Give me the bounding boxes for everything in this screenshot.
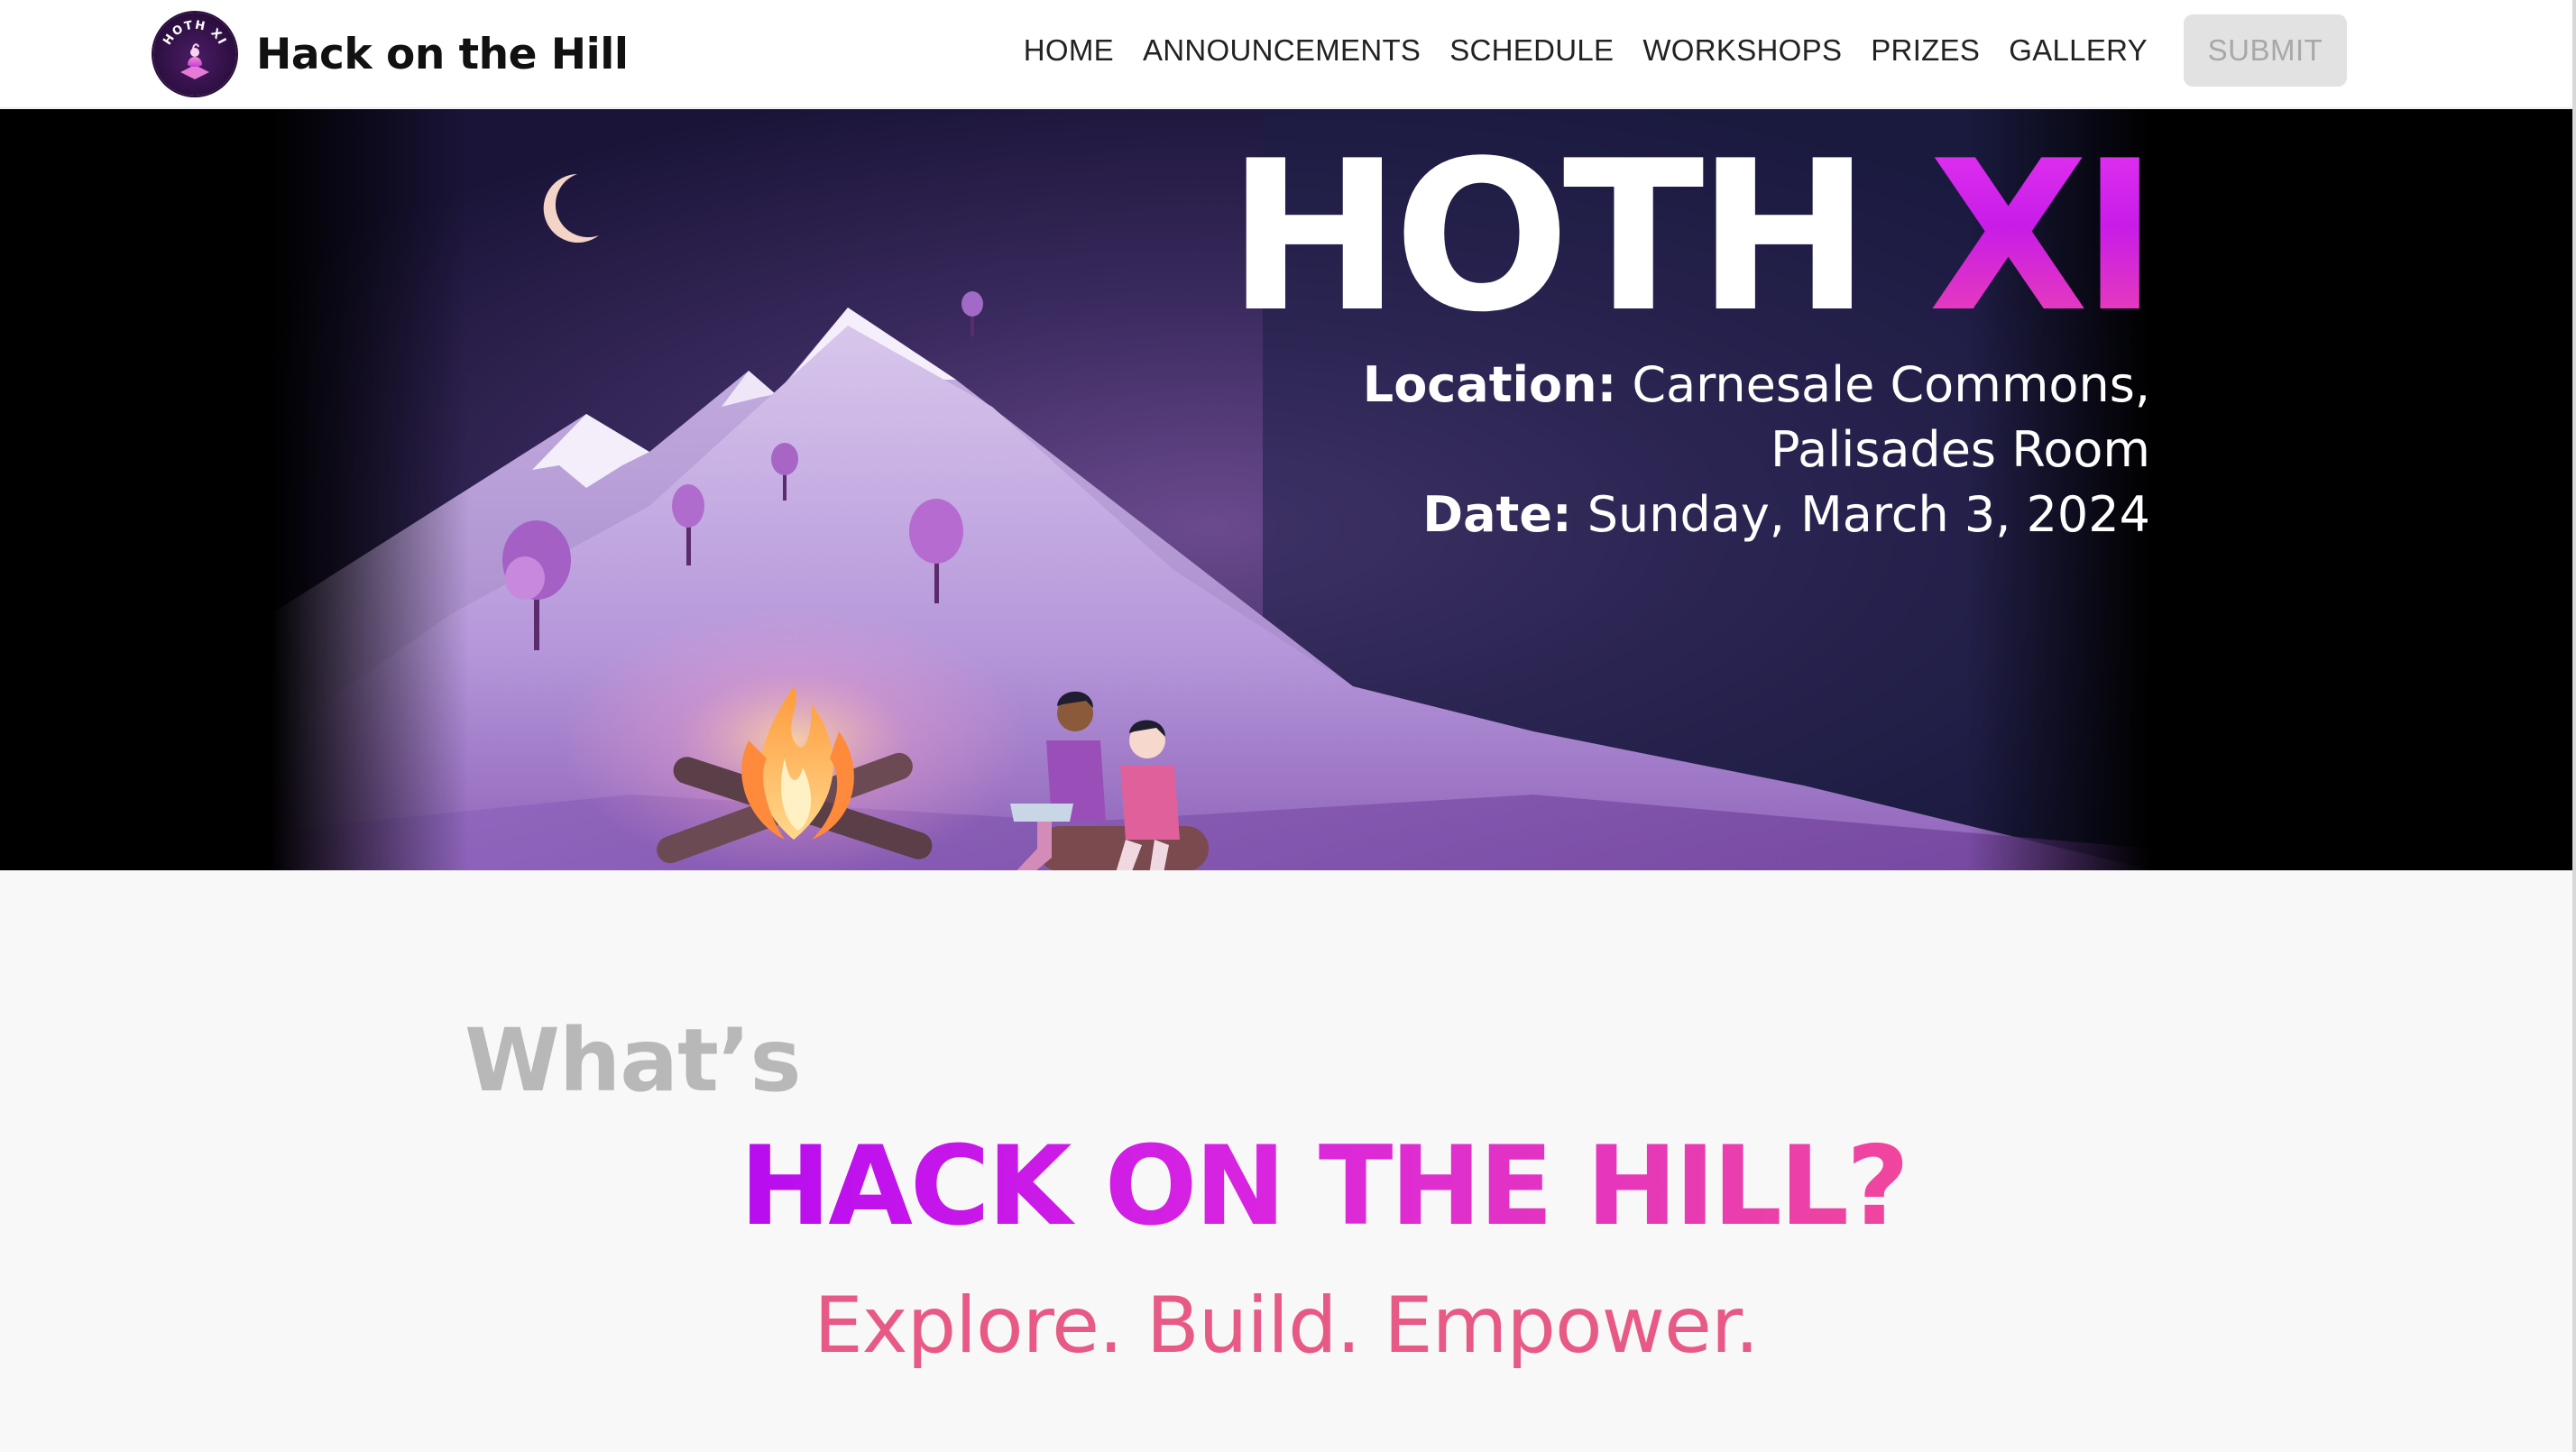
hero-title-main: HOTH xyxy=(1227,117,1929,358)
nav-announcements[interactable]: ANNOUNCEMENTS xyxy=(1143,33,1421,68)
nav-gallery[interactable]: GALLERY xyxy=(2009,33,2148,68)
hero-title: HOTH XI xyxy=(1228,129,2158,347)
main-nav: HOME ANNOUNCEMENTS SCHEDULE WORKSHOPS PR… xyxy=(1024,14,2347,87)
nav-home[interactable]: HOME xyxy=(1024,33,1114,68)
about-prefix: What’s xyxy=(465,1010,802,1111)
hero-banner: HOTH XI Location: Carnesale Commons, Pal… xyxy=(0,109,2572,870)
date-line: Date: Sunday, March 3, 2024 xyxy=(1363,482,2150,547)
location-label: Location: xyxy=(1362,356,1617,413)
event-info: Location: Carnesale Commons, Palisades R… xyxy=(1363,353,2150,547)
brand[interactable]: HOTH XI Hack on the Hill xyxy=(153,9,629,99)
location-value: Carnesale Commons, xyxy=(1616,356,2150,413)
date-value: Sunday, March 3, 2024 xyxy=(1571,486,2150,543)
about-heading: HACK ON THE HILL? xyxy=(740,1123,1909,1250)
nav-workshops[interactable]: WORKSHOPS xyxy=(1642,33,1842,68)
page: HOTH XI Hack on the Hill HOME ANNOUNCEME… xyxy=(0,0,2576,1452)
location-line: Location: Carnesale Commons, xyxy=(1363,353,2150,418)
tagline: Explore. Build. Empower. xyxy=(814,1281,1759,1371)
brand-name[interactable]: Hack on the Hill xyxy=(256,30,629,79)
navbar: HOTH XI Hack on the Hill HOME ANNOUNCEME… xyxy=(0,0,2572,108)
svg-text:HOTH XI: HOTH XI xyxy=(161,19,228,48)
date-label: Date: xyxy=(1422,486,1572,543)
location-line-2: Palisades Room xyxy=(1770,421,2150,478)
scrollbar[interactable] xyxy=(2572,0,2576,1452)
submit-button[interactable]: SUBMIT xyxy=(2184,14,2347,87)
hoth-logo[interactable]: HOTH XI xyxy=(153,13,236,96)
hero-title-accent: XI xyxy=(1928,117,2158,358)
nav-schedule[interactable]: SCHEDULE xyxy=(1449,33,1614,68)
nav-prizes[interactable]: PRIZES xyxy=(1871,33,1980,68)
